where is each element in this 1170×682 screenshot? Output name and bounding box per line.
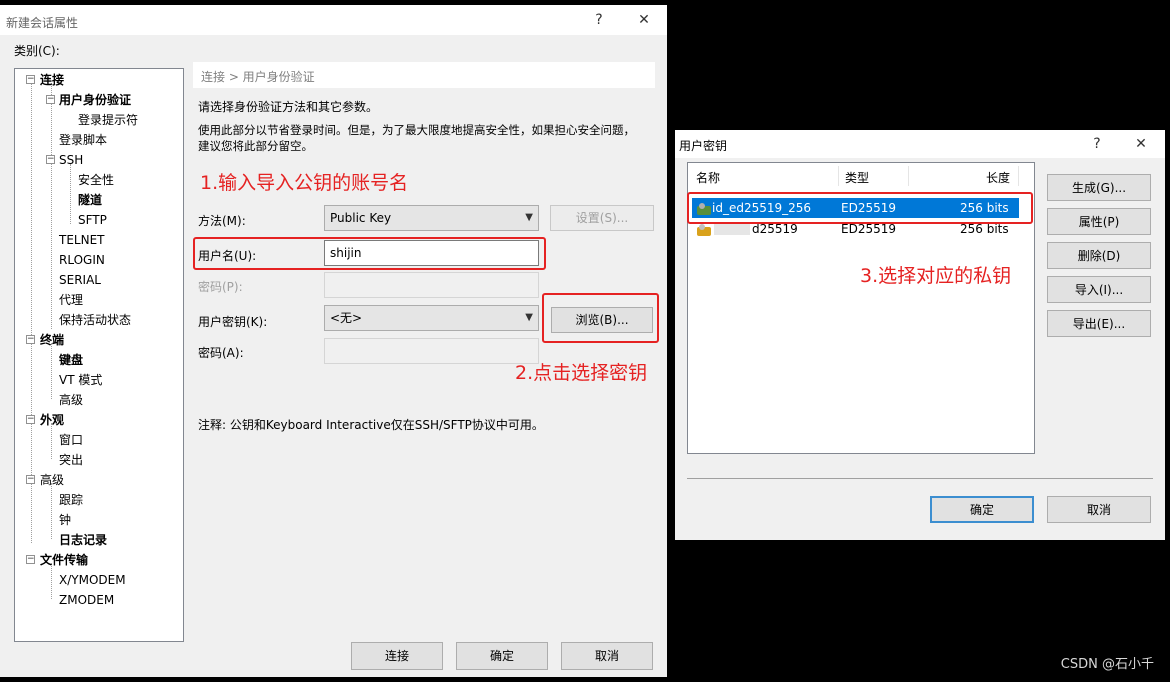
tree-item-highlight[interactable]: 突出: [59, 452, 83, 468]
user-key-select[interactable]: <无> ▼: [324, 305, 539, 331]
tree-item-sftp[interactable]: SFTP: [78, 212, 107, 228]
key-dialog-title: 用户密钥: [679, 139, 728, 153]
collapse-toggle[interactable]: −: [26, 415, 35, 424]
tree-item-security[interactable]: 安全性: [78, 172, 114, 188]
method-value: Public Key: [330, 211, 392, 225]
divider: [687, 478, 1153, 479]
intro-text: 请选择身份验证方法和其它参数。: [198, 100, 379, 114]
collapse-toggle[interactable]: −: [46, 95, 55, 104]
method-label: 方法(M):: [198, 214, 246, 228]
collapse-toggle[interactable]: −: [26, 555, 35, 564]
collapse-toggle[interactable]: −: [46, 155, 55, 164]
tree-item-trace[interactable]: 跟踪: [59, 492, 83, 508]
tree-item-tunnel[interactable]: 隧道: [78, 192, 102, 208]
note-text: 注释: 公钥和Keyboard Interactive仅在SSH/SFTP协议中…: [198, 418, 544, 432]
tree-line: [51, 483, 52, 539]
generate-button[interactable]: 生成(G)...: [1047, 174, 1151, 201]
user-key-label: 用户密钥(K):: [198, 315, 268, 329]
password-input[interactable]: [324, 272, 539, 298]
password-label: 密码(P):: [198, 280, 243, 294]
tree-item-keyboard[interactable]: 键盘: [59, 352, 83, 368]
dialog-titlebar: 新建会话属性 ? ✕: [0, 5, 667, 35]
connect-button[interactable]: 连接: [351, 642, 443, 670]
redacted-name-block: [714, 223, 750, 235]
passphrase-label: 密码(A):: [198, 346, 244, 360]
key-cancel-button[interactable]: 取消: [1047, 496, 1151, 523]
annotation-box-username: [193, 237, 546, 270]
chevron-down-icon: ▼: [525, 312, 533, 323]
tree-item-keepalive[interactable]: 保持活动状态: [59, 312, 131, 328]
column-header-name[interactable]: 名称: [696, 169, 720, 185]
dialog-title: 新建会话属性: [6, 16, 79, 30]
passphrase-input[interactable]: [324, 338, 539, 364]
column-separator: [838, 166, 839, 186]
tree-item-vt-mode[interactable]: VT 模式: [59, 372, 102, 388]
chevron-down-icon: ▼: [525, 212, 533, 223]
collapse-toggle[interactable]: −: [26, 75, 35, 84]
collapse-toggle[interactable]: −: [26, 335, 35, 344]
tree-item-advanced[interactable]: 高级: [40, 472, 64, 488]
tree-item-logging[interactable]: 日志记录: [59, 532, 107, 548]
column-header-length[interactable]: 长度: [986, 169, 1010, 185]
tree-line: [70, 164, 71, 224]
close-icon[interactable]: ✕: [1131, 134, 1151, 154]
import-button[interactable]: 导入(I)...: [1047, 276, 1151, 303]
settings-button[interactable]: 设置(S)...: [550, 205, 654, 231]
category-label: 类别(C):: [14, 44, 60, 58]
column-separator: [908, 166, 909, 186]
tree-item-ssh[interactable]: SSH: [59, 152, 83, 168]
tree-line: [51, 563, 52, 599]
tree-item-serial[interactable]: SERIAL: [59, 272, 101, 288]
user-key-dialog: 用户密钥 ? ✕ 名称 类型 长度 id_ed25519_256 ED25519…: [675, 130, 1165, 540]
annotation-box-key-row: [687, 192, 1033, 224]
annotation-step-1: 1.输入导入公钥的账号名: [200, 172, 409, 194]
ok-button[interactable]: 确定: [456, 642, 548, 670]
annotation-box-browse: [542, 293, 659, 343]
tree-item-bell[interactable]: 钟: [59, 512, 71, 528]
tree-item-login-script[interactable]: 登录脚本: [59, 132, 107, 148]
key-dialog-titlebar: 用户密钥 ? ✕: [675, 130, 1165, 158]
category-tree[interactable]: − 连接 − 用户身份验证 登录提示符 登录脚本 − SSH 安全性 隧道 SF…: [14, 68, 184, 642]
column-separator: [1018, 166, 1019, 186]
export-button[interactable]: 导出(E)...: [1047, 310, 1151, 337]
tree-item-terminal[interactable]: 终端: [40, 332, 64, 348]
session-properties-dialog: 新建会话属性 ? ✕ 类别(C): − 连接 − 用户身份验证 登录提示符 登录…: [0, 5, 667, 677]
breadcrumb: 连接 > 用户身份验证: [193, 62, 655, 88]
tree-line: [51, 83, 52, 329]
tree-item-login-prompt[interactable]: 登录提示符: [78, 112, 138, 128]
delete-button[interactable]: 删除(D): [1047, 242, 1151, 269]
tree-item-telnet[interactable]: TELNET: [59, 232, 105, 248]
description-line-1: 使用此部分以节省登录时间。但是，为了最大限度地提高安全性，如果担心安全问题，: [198, 123, 635, 137]
method-select[interactable]: Public Key ▼: [324, 205, 539, 231]
tree-line: [51, 423, 52, 459]
close-icon[interactable]: ✕: [634, 10, 654, 30]
tree-item-terminal-advanced[interactable]: 高级: [59, 392, 83, 408]
annotation-step-3: 3.选择对应的私钥: [860, 265, 1012, 287]
help-icon[interactable]: ?: [589, 10, 609, 30]
tree-line: [51, 343, 52, 399]
properties-button[interactable]: 属性(P): [1047, 208, 1151, 235]
cancel-button[interactable]: 取消: [561, 642, 653, 670]
annotation-step-2: 2.点击选择密钥: [515, 362, 648, 384]
tree-item-xymodem[interactable]: X/YMODEM: [59, 572, 126, 588]
tree-item-connection[interactable]: 连接: [40, 72, 64, 88]
tree-item-rlogin[interactable]: RLOGIN: [59, 252, 105, 268]
breadcrumb-text: 连接 > 用户身份验证: [201, 70, 315, 84]
tree-item-proxy[interactable]: 代理: [59, 292, 83, 308]
tree-item-file-transfer[interactable]: 文件传输: [40, 552, 88, 568]
tree-item-window[interactable]: 窗口: [59, 432, 83, 448]
column-header-type[interactable]: 类型: [845, 169, 869, 185]
user-key-value: <无>: [330, 311, 363, 325]
key-ok-button[interactable]: 确定: [930, 496, 1034, 523]
collapse-toggle[interactable]: −: [26, 475, 35, 484]
tree-item-user-auth[interactable]: 用户身份验证: [59, 92, 131, 108]
tree-item-zmodem[interactable]: ZMODEM: [59, 592, 114, 608]
description-line-2: 建议您将此部分留空。: [198, 139, 313, 153]
watermark: CSDN @石小千: [1060, 657, 1154, 672]
help-icon[interactable]: ?: [1087, 134, 1107, 154]
tree-item-appearance[interactable]: 外观: [40, 412, 64, 428]
